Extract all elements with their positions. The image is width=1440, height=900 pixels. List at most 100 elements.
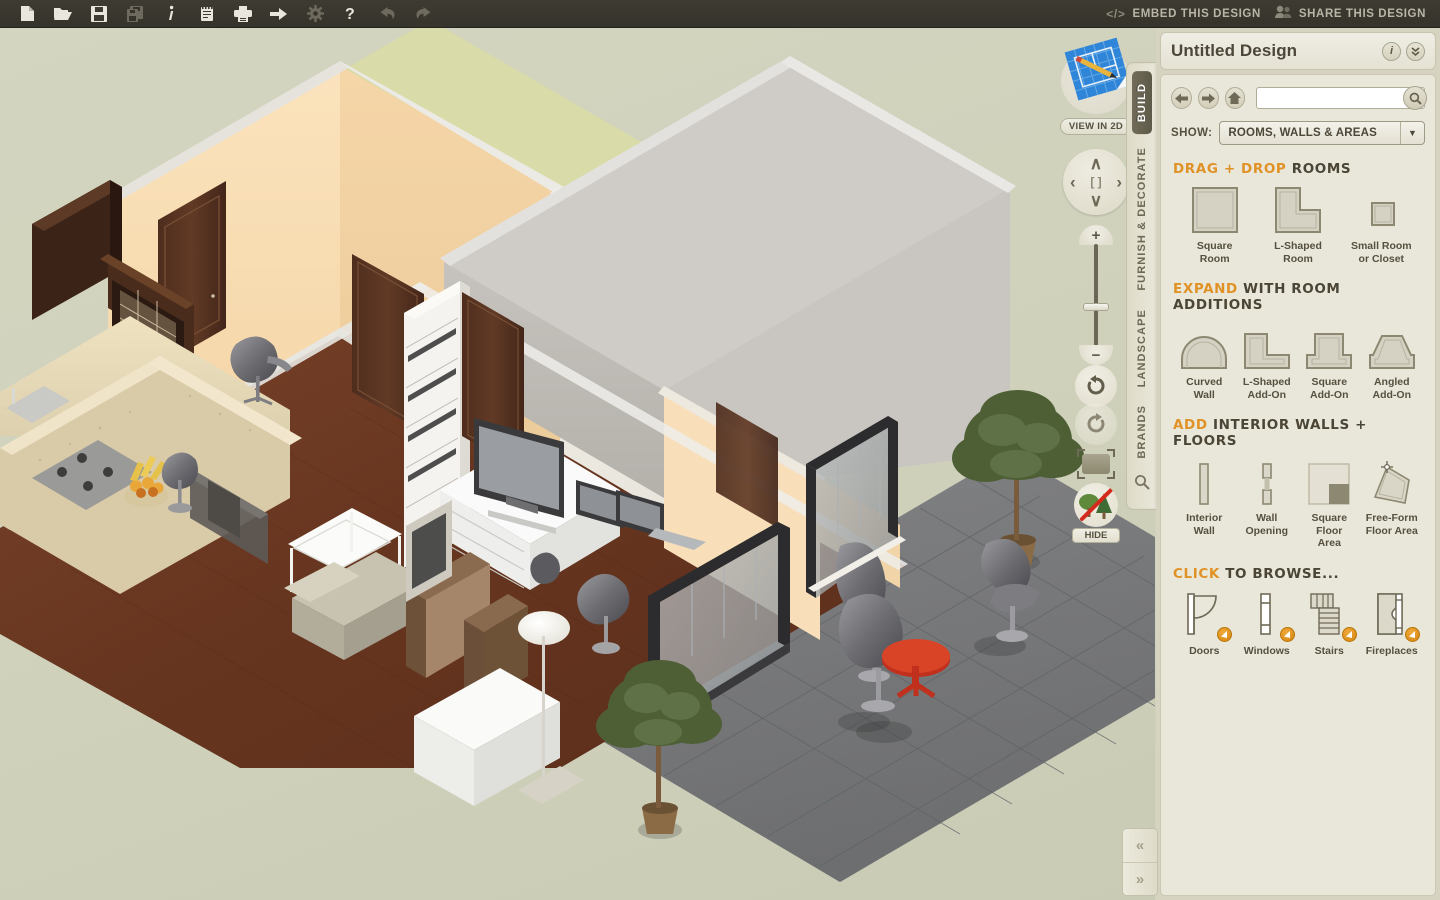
item-angled-addon[interactable]: Angled Add-On [1361,321,1424,401]
rotate-right-button[interactable] [1075,403,1117,445]
pan-up-arrow[interactable]: ∧ [1090,155,1102,172]
section-accent: EXPAND [1173,281,1238,297]
redo-icon[interactable] [406,1,440,27]
item-l-shaped-addon[interactable]: L-Shaped Add-On [1236,321,1299,401]
item-square-room[interactable]: Square Room [1173,185,1256,265]
item-wall-opening[interactable]: Wall Opening [1236,457,1299,550]
browse-badge-icon[interactable] [1342,626,1358,642]
section-click-to-browse: CLICK TO BROWSE... Doors Windows Stairs … [1161,550,1435,658]
pan-right-arrow[interactable]: › [1116,174,1122,191]
zoom-in-button[interactable]: + [1079,225,1113,245]
section-rest: TO BROWSE... [1219,565,1340,582]
open-folder-icon[interactable] [46,1,80,27]
item-interior-wall[interactable]: Interior Wall [1173,457,1236,550]
item-l-shaped-room[interactable]: L-Shaped Room [1256,185,1339,265]
share-people-icon [1274,5,1292,22]
embed-design-label: EMBED THIS DESIGN [1132,7,1261,20]
panel-search-icon[interactable] [1134,474,1150,495]
design-info-icon[interactable]: i [1382,41,1401,61]
save-icon[interactable] [82,1,116,27]
design-title-bar: Untitled Design i [1160,32,1436,70]
pan-down-arrow[interactable]: ∨ [1090,192,1102,209]
design-canvas-3d[interactable]: VIEW IN 2D ∧ ∨ ‹ › [ ] + − HIDE [0,28,1155,900]
chevron-down-icon[interactable]: ▼ [1400,122,1424,144]
item-curved-wall[interactable]: Curved Wall [1173,321,1236,401]
view-in-2d-label[interactable]: VIEW IN 2D [1060,118,1132,135]
item-stairs[interactable]: Stairs [1298,590,1361,658]
embed-design-link[interactable]: </> EMBED THIS DESIGN [1106,7,1261,21]
zoom-slider[interactable]: + − [1076,225,1116,365]
small-room-closet-icon [1356,185,1406,235]
wall-opening-icon [1242,457,1292,507]
item-caption: Square Add-On [1310,376,1349,401]
panel-nav-row [1161,75,1435,110]
zoom-out-button[interactable]: − [1079,345,1113,365]
item-caption: Interior Wall [1186,512,1223,537]
browse-badge-icon[interactable] [1217,626,1233,642]
collapse-next-button[interactable]: » [1123,862,1157,895]
show-label: SHOW: [1171,127,1213,139]
section-room-additions: EXPAND WITH ROOM ADDITIONS Curved Wall L-… [1161,265,1435,401]
undo-icon[interactable] [370,1,404,27]
section-items: Doors Windows Stairs Fireplaces [1173,590,1423,658]
hide-trees-button[interactable] [1074,483,1118,527]
nav-back-button[interactable] [1171,87,1192,109]
panel-collapse-icon[interactable] [1406,41,1425,61]
collapse-prev-button[interactable]: « [1123,829,1157,862]
info-icon[interactable] [154,1,188,27]
show-dropdown[interactable]: ROOMS, WALLS & AREAS ▼ [1219,121,1425,145]
viewport-controls: VIEW IN 2D ∧ ∨ ‹ › [ ] + − HIDE [1059,37,1133,543]
search-input[interactable] [1256,87,1425,109]
help-icon[interactable]: ? [334,1,368,27]
item-windows[interactable]: Windows [1236,590,1299,658]
curved-wall-icon [1179,321,1229,371]
share-design-link[interactable]: SHARE THIS DESIGN [1274,5,1426,22]
square-addon-icon [1304,321,1354,371]
item-caption: Angled Add-On [1372,376,1412,401]
item-fireplaces[interactable]: Fireplaces [1361,590,1424,658]
zoom-slider-thumb[interactable] [1083,303,1109,311]
tab-brands[interactable]: BRANDS [1136,396,1148,468]
item-caption: Stairs [1314,644,1344,657]
free-form-floor-area-icon [1367,457,1417,507]
item-caption: Free-Form Floor Area [1365,512,1418,537]
pan-control[interactable]: ∧ ∨ ‹ › [ ] [1063,149,1129,215]
tab-landscape[interactable]: LANDSCAPE [1136,300,1148,396]
angled-addon-icon [1367,321,1417,371]
export-icon[interactable] [262,1,296,27]
pan-center-button[interactable]: [ ] [1090,176,1101,188]
nav-forward-button[interactable] [1197,87,1219,109]
item-caption: L-Shaped Add-On [1242,376,1291,401]
save-as-icon[interactable] [118,1,152,27]
fit-to-view-button[interactable] [1074,447,1118,481]
item-square-addon[interactable]: Square Add-On [1298,321,1361,401]
panel-search [1256,86,1427,110]
item-small-room-closet[interactable]: Small Room or Closet [1340,185,1423,265]
item-caption: Curved Wall [1186,376,1223,401]
app-root: ? </> EMBED THIS DESIGN SHARE THIS DESIG… [0,0,1440,900]
panel-collapsers: « » [1122,828,1158,896]
tab-furnish-decorate[interactable]: FURNISH & DECORATE [1136,138,1148,300]
new-document-icon[interactable] [10,1,44,27]
notes-icon[interactable] [190,1,224,27]
item-square-floor-area[interactable]: Square Floor Area [1298,457,1361,550]
zoom-slider-track[interactable] [1094,244,1098,346]
pan-left-arrow[interactable]: ‹ [1070,174,1076,191]
item-caption: Wall Opening [1245,512,1289,537]
section-accent: ADD [1173,417,1208,433]
section-items: Interior Wall Wall Opening Square Floor Are… [1173,457,1423,550]
stairs-icon [1303,590,1358,642]
item-free-form-floor-area[interactable]: Free-Form Floor Area [1361,457,1424,550]
tab-build[interactable]: BUILD [1131,71,1152,135]
search-submit-icon[interactable] [1403,86,1427,110]
nav-home-button[interactable] [1224,87,1246,109]
section-heading: CLICK TO BROWSE... [1173,566,1423,582]
hide-trees-label[interactable]: HIDE [1072,528,1120,543]
browse-badge-icon[interactable] [1404,626,1420,642]
print-icon[interactable] [226,1,260,27]
view-in-2d-button[interactable] [1059,37,1133,116]
browse-badge-icon[interactable] [1279,626,1295,642]
rotate-left-button[interactable] [1075,365,1117,407]
item-doors[interactable]: Doors [1173,590,1236,658]
settings-gear-icon[interactable] [298,1,332,27]
